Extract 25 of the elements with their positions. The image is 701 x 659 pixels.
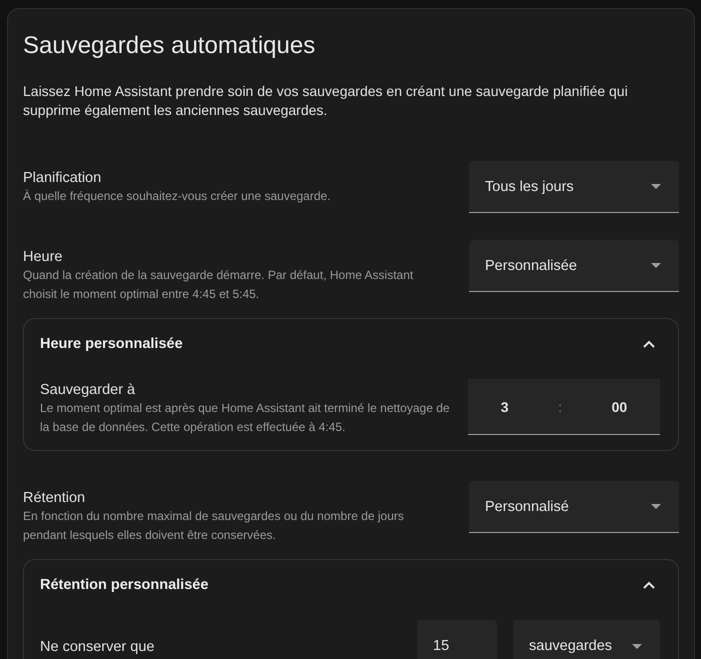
panel-header[interactable]: Heure personnalisée	[24, 319, 678, 369]
dropdown-caret-icon	[651, 184, 661, 189]
card-description: Laissez Home Assistant prendre soin de vos sauvegardes en créant une sauvegarde planifiée qui supprime également les anciennes sauvegardes.	[23, 82, 629, 120]
select-field[interactable]: Personnalisée	[469, 240, 679, 292]
setting-description: Le moment optimal est après que Home Assistant ait terminé le nettoyage de la base de données. Cette opération est effectuée à 4:45.	[40, 400, 451, 436]
number-field[interactable]: 15	[417, 620, 497, 659]
setting-label: Heure	[23, 248, 64, 266]
setting-label: Ne conserver que	[40, 638, 156, 656]
panel-header[interactable]: Rétention personnalisée	[24, 560, 678, 610]
setting-description: En fonction du nombre maximal de sauvegardes ou du nombre de jours pendant lesquels elles doivent être conservées.	[23, 508, 405, 544]
card-title: Sauvegardes automatiques	[23, 31, 316, 61]
dropdown-caret-icon	[651, 504, 661, 509]
chevron-up-icon	[643, 340, 655, 348]
dropdown-caret-icon	[651, 263, 661, 268]
setting-label: Planification	[23, 169, 102, 187]
setting-label: Sauvegarder à	[40, 381, 136, 399]
unit-select-field[interactable]: sauvegardes	[513, 620, 660, 659]
setting-description: Quand la création de la sauvegarde démarre. Par défaut, Home Assistant choisit le moment optimal entre 4:45 et 5:45.	[23, 267, 414, 303]
dropdown-caret-icon	[632, 644, 642, 648]
setting-description: À quelle fréquence souhaitez-vous créer une sauvegarde.	[23, 188, 332, 205]
select-field[interactable]: Tous les jours	[469, 161, 679, 213]
select-field[interactable]: Personnalisé	[469, 481, 679, 533]
chevron-up-icon	[643, 581, 655, 589]
setting-label: Rétention	[23, 489, 86, 507]
time-field[interactable]: 3 : 00	[468, 379, 660, 435]
